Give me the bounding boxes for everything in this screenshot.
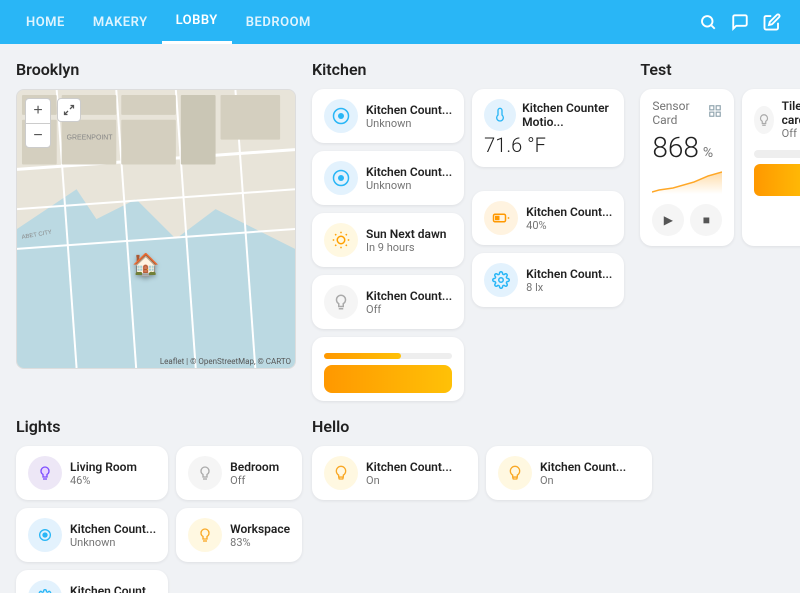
lights-section: Lights Living Room 46% Bedroom Off — [16, 417, 296, 593]
sun-icon — [324, 223, 358, 257]
edit-icon[interactable] — [756, 6, 788, 38]
kitchen-card-4[interactable]: Kitchen Count... Off — [312, 275, 464, 329]
map-container[interactable]: GREENPOINT ABET CITY + − 🏠 Leaflet | © O… — [16, 89, 296, 369]
sensor-chart — [652, 164, 722, 194]
brooklyn-title: Brooklyn — [16, 60, 296, 79]
kitchen-section: Kitchen Kitchen Count... Unknown — [312, 60, 624, 401]
hello-bulb-icon-2 — [498, 456, 532, 490]
palette-icon-2 — [324, 161, 358, 195]
workspace-state: 83% — [230, 536, 290, 549]
motion-card[interactable]: Kitchen Counter Motio... 71.6 °F — [472, 89, 624, 167]
zoom-out-button[interactable]: − — [26, 123, 50, 147]
circle-blue-icon — [28, 518, 62, 552]
sensor-card-icon — [708, 104, 722, 122]
motion-card-state: 71.6 °F — [484, 133, 612, 157]
kitchen-card-1-name: Kitchen Count... — [366, 103, 452, 117]
tile-card-title: Tile card — [782, 99, 800, 127]
sun-card-name: Sun Next dawn — [366, 227, 452, 241]
gear-blue-icon — [28, 580, 62, 593]
bedroom-state: Off — [230, 474, 290, 487]
kitchen-card-sun[interactable]: Sun Next dawn In 9 hours — [312, 213, 464, 267]
sun-card-state: In 9 hours — [366, 241, 452, 254]
lux-card-state: 8 lx — [526, 281, 612, 294]
hello-section: Hello Kitchen Count... On Kitchen Count.… — [312, 417, 800, 593]
map-pin: 🏠 — [132, 253, 159, 278]
lux-card-name: Kitchen Count... — [526, 267, 612, 281]
sensor-card[interactable]: Sensor Card 868 % — [640, 89, 734, 246]
battery-card-state: 40% — [526, 219, 612, 232]
bulb-gray-icon — [188, 456, 222, 490]
map-expand-button[interactable] — [57, 98, 81, 122]
kitchen-count-1-name: Kitchen Count... — [70, 522, 156, 536]
hello-title: Hello — [312, 417, 800, 436]
kitchen-lux-card[interactable]: Kitchen Count... 8 lx — [472, 253, 624, 307]
hello-card-2-state: On — [540, 474, 640, 487]
battery-icon — [484, 201, 518, 235]
play-button[interactable]: ▶ — [652, 204, 684, 236]
map-zoom-controls[interactable]: + − — [25, 98, 51, 148]
kitchen-card-2[interactable]: Kitchen Count... Unknown — [312, 151, 464, 205]
light-bedroom[interactable]: Bedroom Off — [176, 446, 302, 500]
zoom-in-button[interactable]: + — [26, 99, 50, 123]
kitchen-card-4-state: Off — [366, 303, 452, 316]
living-room-name: Living Room — [70, 460, 156, 474]
test-section: Test Sensor Card 868 % — [640, 60, 800, 401]
kitchen-card-2-state: Unknown — [366, 179, 452, 192]
search-icon[interactable] — [692, 6, 724, 38]
stop-button[interactable]: ■ — [690, 204, 722, 236]
kitchen-count-1-state: Unknown — [70, 536, 156, 549]
tile-card-icon — [754, 106, 773, 134]
gear-icon-kitchen — [484, 263, 518, 297]
hello-card-1-state: On — [366, 474, 466, 487]
thermometer-icon — [484, 99, 516, 131]
bulb-icon-gray — [324, 285, 358, 319]
chat-icon[interactable] — [724, 6, 756, 38]
kitchen-battery-card[interactable]: Kitchen Count... 40% — [472, 191, 624, 245]
sensor-controls: ▶ ■ — [652, 204, 722, 236]
hello-card-1[interactable]: Kitchen Count... On — [312, 446, 478, 500]
light-kitchen-lux[interactable]: Kitchen Count... 8 lx — [16, 570, 168, 593]
kitchen-card-1-state: Unknown — [366, 117, 452, 130]
bedroom-name: Bedroom — [230, 460, 290, 474]
bulb-purple-icon — [28, 456, 62, 490]
hello-card-2-name: Kitchen Count... — [540, 460, 640, 474]
bulb-yellow-icon-ws — [188, 518, 222, 552]
light-kitchen-count-1[interactable]: Kitchen Count... Unknown — [16, 508, 168, 562]
light-living-room[interactable]: Living Room 46% — [16, 446, 168, 500]
brooklyn-section: Brooklyn — [16, 60, 296, 401]
battery-card-name: Kitchen Count... — [526, 205, 612, 219]
nav-item-lobby[interactable]: LOBBY — [162, 0, 232, 44]
sensor-card-unit: % — [703, 145, 713, 161]
hello-card-2[interactable]: Kitchen Count... On — [486, 446, 652, 500]
top-nav: HOME MAKERY LOBBY BEDROOM — [0, 0, 800, 44]
kitchen-slider-bottom[interactable] — [312, 337, 464, 401]
kitchen-card-2-name: Kitchen Count... — [366, 165, 452, 179]
nav-item-home[interactable]: HOME — [12, 0, 79, 44]
lights-title: Lights — [16, 417, 296, 436]
tile-card[interactable]: Tile card Off — [742, 89, 800, 246]
hello-bulb-icon-1 — [324, 456, 358, 490]
workspace-name: Workspace — [230, 522, 290, 536]
tile-card-state: Off — [782, 127, 800, 140]
tile-orange-block — [754, 164, 800, 196]
tile-bar-track — [754, 150, 800, 158]
light-workspace[interactable]: Workspace 83% — [176, 508, 302, 562]
sensor-card-title: Sensor Card — [652, 99, 708, 127]
test-title: Test — [640, 60, 800, 79]
motion-card-name: Kitchen Counter Motio... — [522, 101, 612, 129]
nav-item-makery[interactable]: MAKERY — [79, 0, 162, 44]
svg-text:GREENPOINT: GREENPOINT — [67, 135, 114, 142]
kitchen-card-1[interactable]: Kitchen Count... Unknown — [312, 89, 464, 143]
palette-icon-1 — [324, 99, 358, 133]
sensor-card-value: 868 — [652, 131, 699, 164]
nav-item-bedroom[interactable]: BEDROOM — [232, 0, 325, 44]
living-room-state: 46% — [70, 474, 156, 487]
kitchen-card-4-name: Kitchen Count... — [366, 289, 452, 303]
kitchen-lux-name: Kitchen Count... — [70, 584, 156, 593]
hello-card-1-name: Kitchen Count... — [366, 460, 466, 474]
kitchen-title: Kitchen — [312, 60, 624, 79]
map-attribution: Leaflet | © OpenStreetMap, © CARTO — [160, 357, 291, 366]
